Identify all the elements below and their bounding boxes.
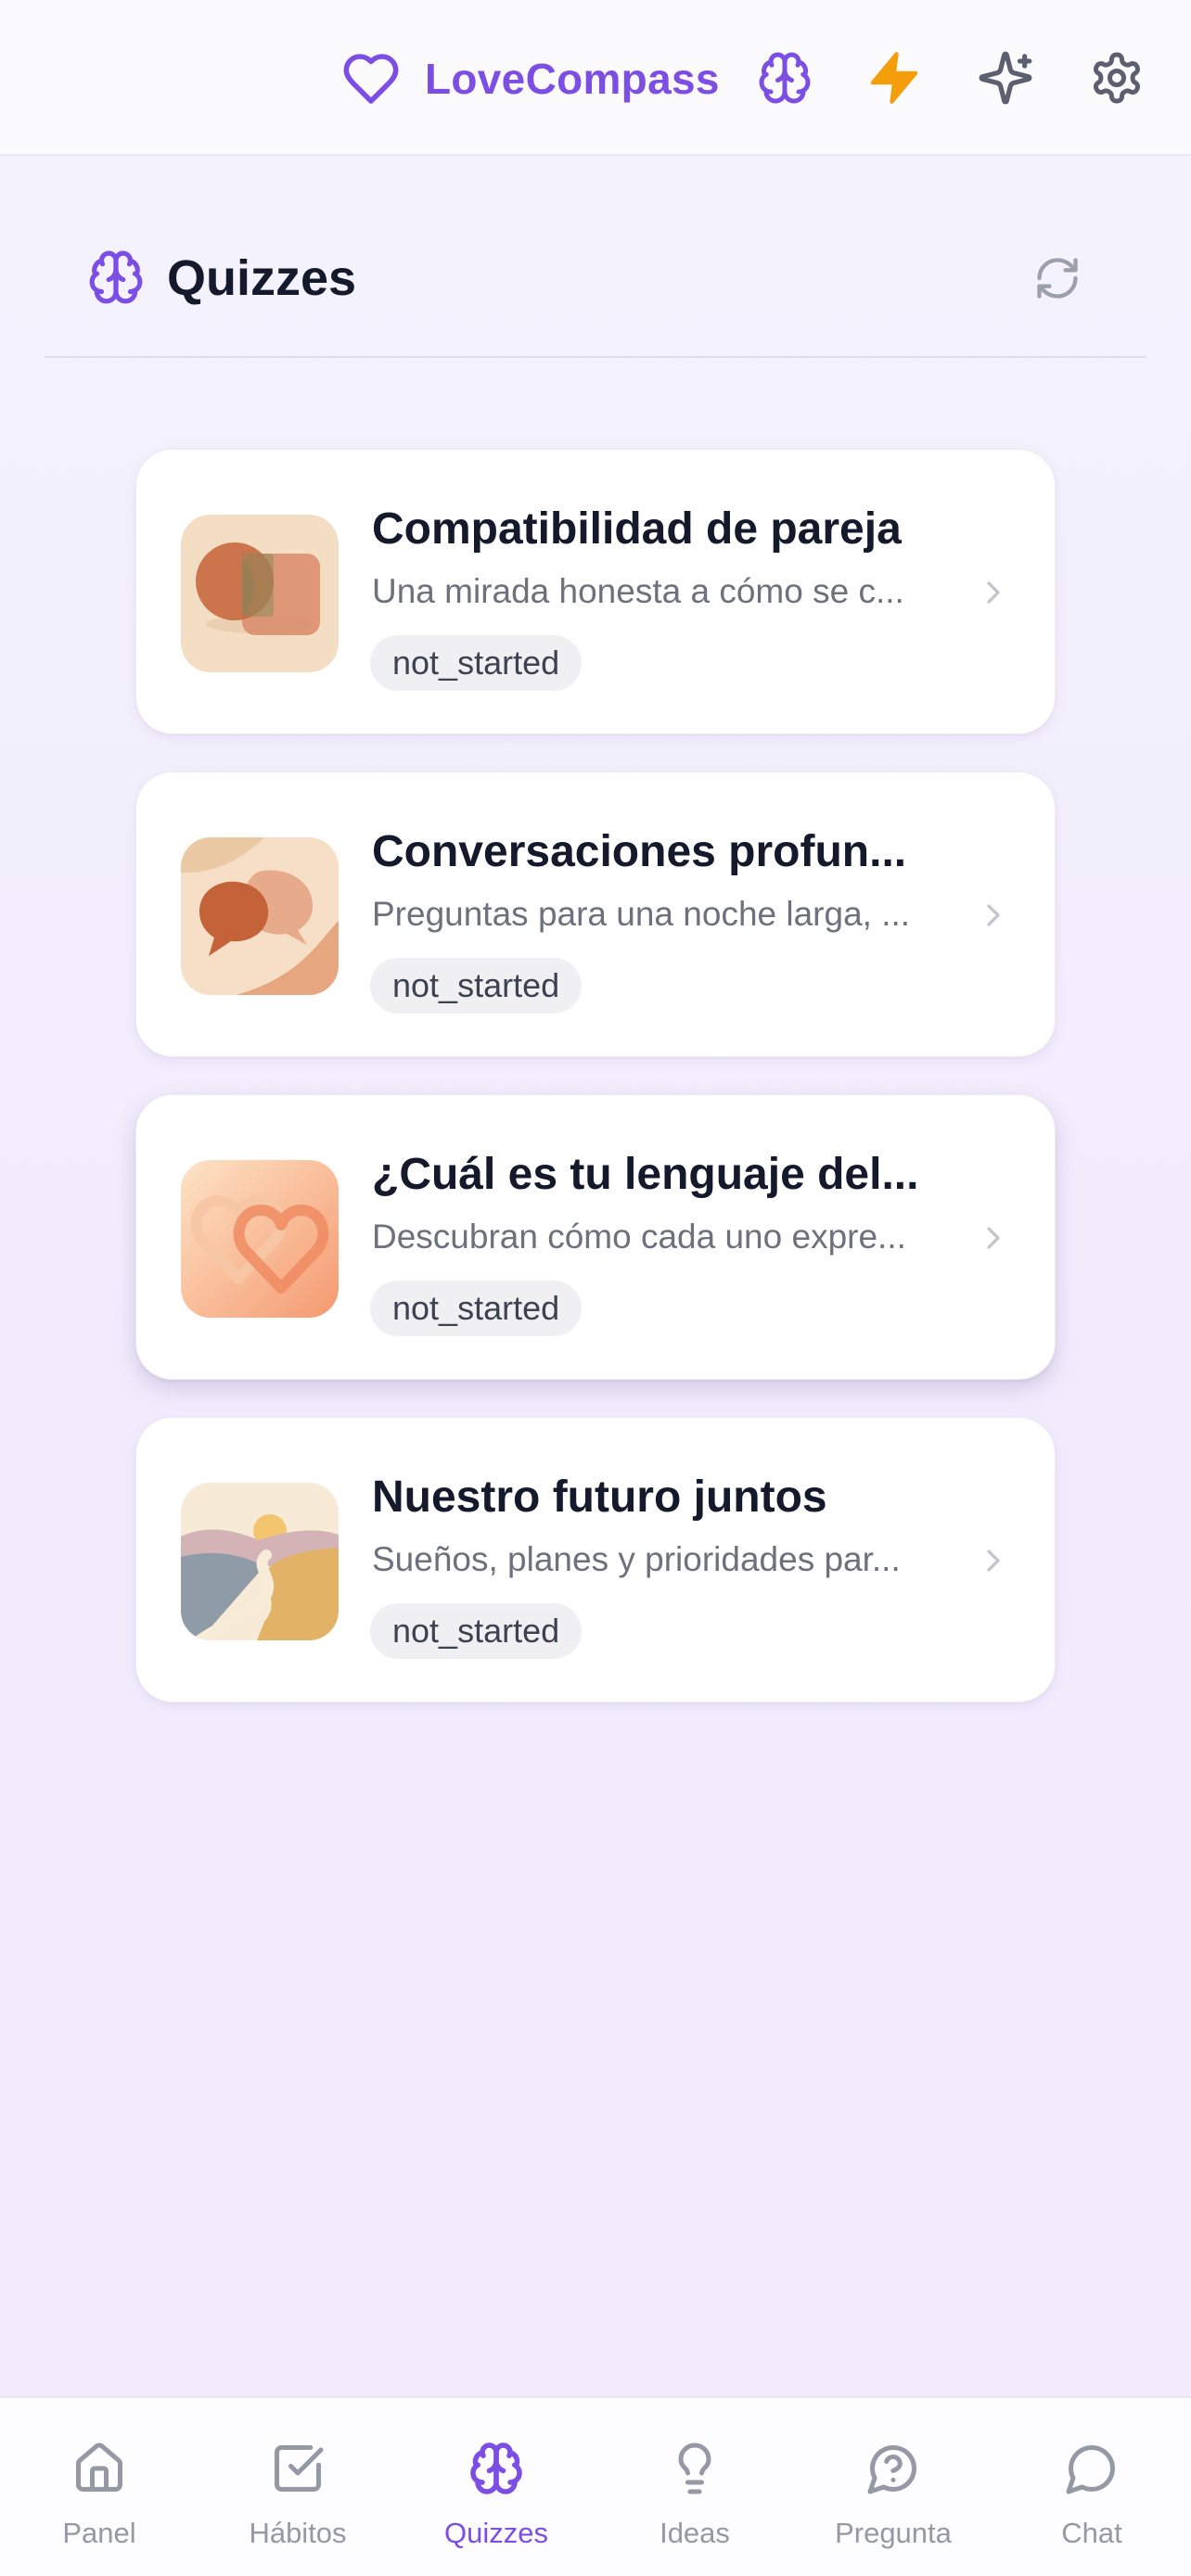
page-title: Quizzes bbox=[167, 250, 357, 306]
quiz-title: Compatibilidad de pareja bbox=[372, 504, 902, 554]
nav-item-panel[interactable]: Panel bbox=[0, 2398, 198, 2576]
nav-item-ideas[interactable]: Ideas bbox=[596, 2398, 794, 2576]
quiz-card[interactable]: Nuestro futuro juntos Sueños, planes y p… bbox=[135, 1417, 1056, 1702]
chat-bubble-icon bbox=[1066, 2444, 1116, 2494]
chevron-right-icon bbox=[987, 581, 1000, 604]
nav-label: Quizzes bbox=[444, 2517, 548, 2549]
nav-label: Panel bbox=[62, 2517, 136, 2549]
chevron-right-icon bbox=[987, 1227, 1000, 1249]
app-header: LoveCompass bbox=[0, 0, 1191, 156]
sparkles-icon bbox=[979, 51, 1032, 105]
settings-button[interactable] bbox=[1085, 46, 1148, 109]
checkbox-icon bbox=[275, 2445, 324, 2492]
status-badge: not_started bbox=[370, 635, 583, 691]
nav-label: Ideas bbox=[660, 2517, 730, 2549]
lightbulb-icon bbox=[678, 2442, 711, 2494]
overlapping-shapes-illustration bbox=[181, 515, 339, 672]
nav-label: Pregunta bbox=[835, 2517, 952, 2549]
nav-item-chat[interactable]: Chat bbox=[992, 2398, 1191, 2576]
quiz-card[interactable]: Compatibilidad de pareja Una mirada hone… bbox=[135, 449, 1056, 734]
quiz-card[interactable]: ¿Cuál es tu lenguaje del... Descubran có… bbox=[135, 1094, 1056, 1380]
home-icon bbox=[76, 2442, 122, 2492]
chevron-right-icon bbox=[987, 904, 1000, 926]
bolt-icon bbox=[870, 52, 918, 104]
nav-label: Hábitos bbox=[249, 2517, 347, 2549]
quiz-thumbnail bbox=[181, 515, 339, 672]
quiz-list: Compatibilidad de pareja Una mirada hone… bbox=[135, 449, 1056, 1740]
interlocked-hearts-illustration bbox=[181, 1160, 339, 1318]
landscape-path-illustration bbox=[181, 1483, 339, 1640]
nav-item-quizzes[interactable]: Quizzes bbox=[397, 2398, 596, 2576]
bolt-button[interactable] bbox=[863, 46, 926, 109]
nav-label: Chat bbox=[1061, 2517, 1122, 2549]
quiz-title: Nuestro futuro juntos bbox=[372, 1473, 827, 1522]
app-name: LoveCompass bbox=[425, 55, 720, 103]
quiz-thumbnail bbox=[181, 1483, 339, 1640]
refresh-icon bbox=[1037, 258, 1078, 299]
refresh-button[interactable] bbox=[1030, 250, 1085, 306]
brain-icon bbox=[759, 52, 811, 104]
gear-icon bbox=[1093, 52, 1141, 104]
brand[interactable]: LoveCompass bbox=[338, 46, 720, 111]
quiz-description: Una mirada honesta a cómo se c... bbox=[372, 572, 904, 610]
brain-icon bbox=[89, 250, 143, 304]
status-badge: not_started bbox=[370, 958, 583, 1014]
status-badge: not_started bbox=[370, 1603, 583, 1659]
status-badge: not_started bbox=[370, 1281, 583, 1336]
chevron-right-icon bbox=[987, 1549, 1000, 1572]
nav-item-habitos[interactable]: Hábitos bbox=[198, 2398, 397, 2576]
question-icon bbox=[867, 2444, 917, 2494]
quiz-card[interactable]: Conversaciones profun... Preguntas para … bbox=[135, 772, 1056, 1057]
quizzes-section-header: Quizzes bbox=[45, 223, 1146, 358]
quiz-description: Sueños, planes y prioridades par... bbox=[372, 1540, 901, 1578]
bottom-nav: Panel Hábitos Quizzes Ideas Pregunta Cha… bbox=[0, 2396, 1191, 2576]
brain-icon bbox=[470, 2442, 522, 2494]
quiz-description: Descubran cómo cada uno expre... bbox=[372, 1218, 906, 1256]
quiz-thumbnail bbox=[181, 837, 339, 995]
speech-bubbles-illustration bbox=[181, 837, 339, 995]
quiz-description: Preguntas para una noche larga, ... bbox=[372, 895, 911, 933]
brain-button[interactable] bbox=[753, 46, 816, 109]
quiz-thumbnail bbox=[181, 1160, 339, 1318]
nav-item-pregunta[interactable]: Pregunta bbox=[794, 2398, 992, 2576]
quiz-title: ¿Cuál es tu lenguaje del... bbox=[372, 1150, 919, 1199]
heart-icon bbox=[343, 54, 399, 104]
quiz-title: Conversaciones profun... bbox=[372, 827, 907, 876]
sparkles-button[interactable] bbox=[974, 46, 1037, 109]
